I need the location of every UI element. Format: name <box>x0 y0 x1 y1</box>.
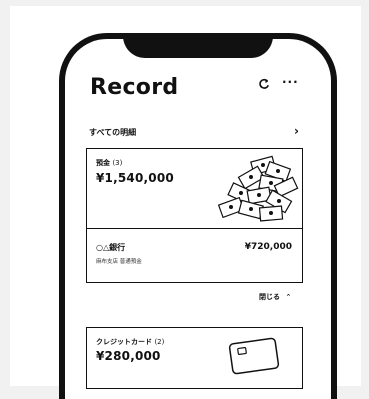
chevron-up-icon: ⌃ <box>285 293 292 301</box>
credit-card-card[interactable]: クレジットカード (2) ¥280,000 <box>86 327 303 389</box>
collapse-label: 閉じる <box>259 293 280 301</box>
more-icon[interactable]: ··· <box>282 75 299 89</box>
money-pile-icon <box>217 155 299 222</box>
divider <box>87 228 302 229</box>
bank-name: ○△銀行 <box>96 243 126 252</box>
deposit-card[interactable]: 預金 (3) ¥1,540,000 ○△銀行 麻布支店 普通預金 ¥720,00… <box>86 148 303 283</box>
refresh-icon[interactable] <box>258 78 270 90</box>
deposit-count: (3) <box>112 159 123 167</box>
phone-frame: Record ··· すべての明細 › 預金 (3) ¥1,540,000 ○△… <box>59 33 337 399</box>
all-details-label: すべての明細 <box>89 128 137 137</box>
chevron-right-icon: › <box>294 124 299 138</box>
credit-card-icon <box>228 337 280 375</box>
deposit-amount: ¥1,540,000 <box>96 171 174 185</box>
credit-count: (2) <box>154 338 165 346</box>
phone-notch <box>123 39 273 58</box>
credit-label: クレジットカード (2) <box>96 338 165 346</box>
credit-amount: ¥280,000 <box>96 349 161 363</box>
page-title: Record <box>90 75 179 100</box>
collapse-button[interactable]: 閉じる ⌃ <box>259 292 291 302</box>
all-details-link[interactable]: すべての明細 › <box>89 124 299 141</box>
bank-branch: 麻布支店 普通預金 <box>96 259 142 265</box>
bank-amount: ¥720,000 <box>244 242 292 252</box>
deposit-label: 預金 (3) <box>96 159 123 167</box>
